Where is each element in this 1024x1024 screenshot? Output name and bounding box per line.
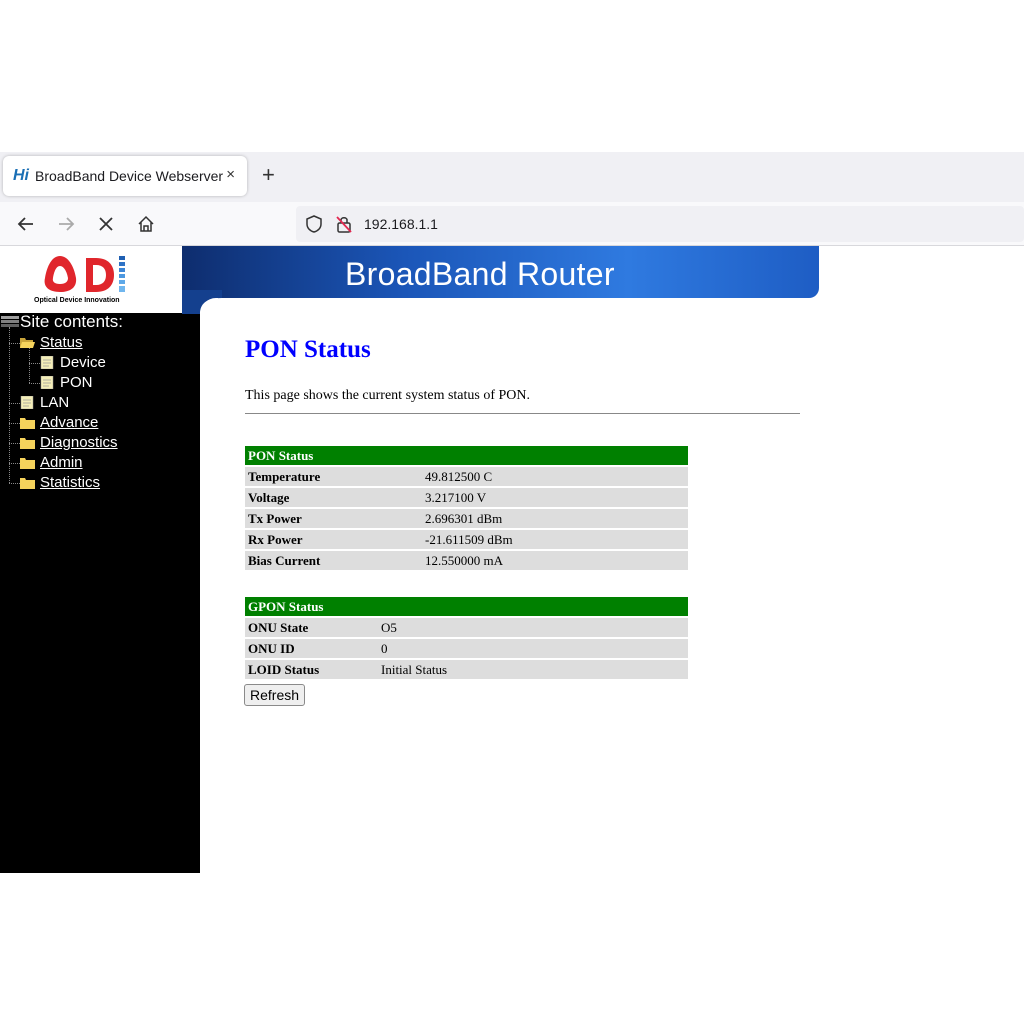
row-value: 3.217100 V	[422, 488, 688, 507]
banner: BroadBand Router	[182, 246, 819, 298]
computer-icon	[1, 316, 19, 327]
row-value: 12.550000 mA	[422, 551, 688, 570]
row-value: O5	[378, 618, 688, 637]
tree-connector	[9, 343, 20, 344]
favicon-icon: Hi	[13, 167, 29, 184]
pon-status-table: PON Status Temperature 49.812500 C Volta…	[245, 444, 688, 572]
sidebar-item-label[interactable]: Advance	[40, 414, 98, 431]
table-row: ONU State O5	[245, 618, 688, 637]
row-label: LOID Status	[245, 660, 378, 679]
tab-title: BroadBand Device Webserver	[35, 168, 224, 184]
folder-icon	[20, 478, 35, 489]
shield-icon[interactable]	[304, 214, 324, 234]
row-label: Tx Power	[245, 509, 422, 528]
page-description: This page shows the current system statu…	[245, 388, 531, 403]
browser-tab-bar: Hi BroadBand Device Webserver × +	[0, 152, 1024, 202]
tree-connector	[29, 347, 30, 383]
forward-arrow-icon[interactable]	[55, 213, 77, 235]
new-tab-icon[interactable]: +	[262, 164, 275, 186]
url-text: 192.168.1.1	[364, 216, 438, 232]
sidebar: Optical Device Innovation Site contents:	[0, 246, 200, 873]
table-row: LOID Status Initial Status	[245, 660, 688, 679]
odi-logo-mark	[44, 256, 125, 292]
odi-logo: Optical Device Innovation	[0, 246, 182, 313]
banner-title: BroadBand Router	[345, 256, 615, 292]
insecure-lock-icon[interactable]	[334, 214, 354, 234]
folder-icon	[20, 418, 35, 429]
logo-caption: Optical Device Innovation	[34, 297, 120, 304]
browser-tab[interactable]: Hi BroadBand Device Webserver ×	[3, 156, 247, 196]
browser-nav-bar: 192.168.1.1	[0, 202, 1024, 246]
gpon-status-table: GPON Status ONU State O5 ONU ID 0 LOID S…	[245, 595, 688, 681]
table-header-row: PON Status	[245, 446, 688, 465]
table-header: GPON Status	[245, 597, 688, 616]
row-label: ONU State	[245, 618, 378, 637]
document-icon	[40, 356, 54, 369]
row-label: Voltage	[245, 488, 422, 507]
row-label: Temperature	[245, 467, 422, 486]
tree-connector	[29, 363, 40, 364]
row-value: -21.611509 dBm	[422, 530, 688, 549]
table-row: Voltage 3.217100 V	[245, 488, 688, 507]
sidebar-root-label: Site contents:	[20, 312, 124, 331]
tree-connector	[29, 383, 40, 384]
back-arrow-icon[interactable]	[15, 213, 37, 235]
sidebar-item-label[interactable]: Device	[60, 354, 106, 371]
table-row: Rx Power -21.611509 dBm	[245, 530, 688, 549]
tree-connector	[9, 403, 20, 404]
tree-connector	[9, 423, 20, 424]
stop-icon[interactable]	[95, 213, 117, 235]
page-title: PON Status	[245, 336, 371, 363]
refresh-button[interactable]: Refresh	[244, 684, 306, 706]
document-icon	[20, 396, 34, 409]
document-icon	[40, 376, 54, 389]
folder-icon	[20, 458, 35, 469]
row-label: ONU ID	[245, 639, 378, 658]
sidebar-item-label[interactable]: PON	[60, 374, 93, 391]
sidebar-item-label[interactable]: LAN	[40, 394, 69, 411]
sidebar-item-label[interactable]: Statistics	[40, 474, 100, 491]
tree-connector	[9, 463, 20, 464]
close-icon[interactable]: ×	[226, 166, 235, 183]
sidebar-item-label[interactable]: Status	[40, 334, 83, 351]
row-label: Bias Current	[245, 551, 422, 570]
row-value: 2.696301 dBm	[422, 509, 688, 528]
sidebar-item-label[interactable]: Admin	[40, 454, 83, 471]
open-folder-icon	[20, 338, 35, 348]
tree-connector	[9, 483, 20, 484]
folder-icon	[20, 438, 35, 449]
row-value: Initial Status	[378, 660, 688, 679]
row-value: 0	[378, 639, 688, 658]
table-row: Temperature 49.812500 C	[245, 467, 688, 486]
tree-connector	[9, 327, 10, 483]
table-row: Bias Current 12.550000 mA	[245, 551, 688, 570]
table-header-row: GPON Status	[245, 597, 688, 616]
address-bar[interactable]: 192.168.1.1	[296, 206, 1024, 242]
sidebar-item-label[interactable]: Diagnostics	[40, 434, 118, 451]
table-row: Tx Power 2.696301 dBm	[245, 509, 688, 528]
row-value: 49.812500 C	[422, 467, 688, 486]
divider	[245, 413, 800, 414]
home-icon[interactable]	[135, 213, 157, 235]
row-label: Rx Power	[245, 530, 422, 549]
table-row: ONU ID 0	[245, 639, 688, 658]
tree-connector	[9, 443, 20, 444]
table-header: PON Status	[245, 446, 688, 465]
